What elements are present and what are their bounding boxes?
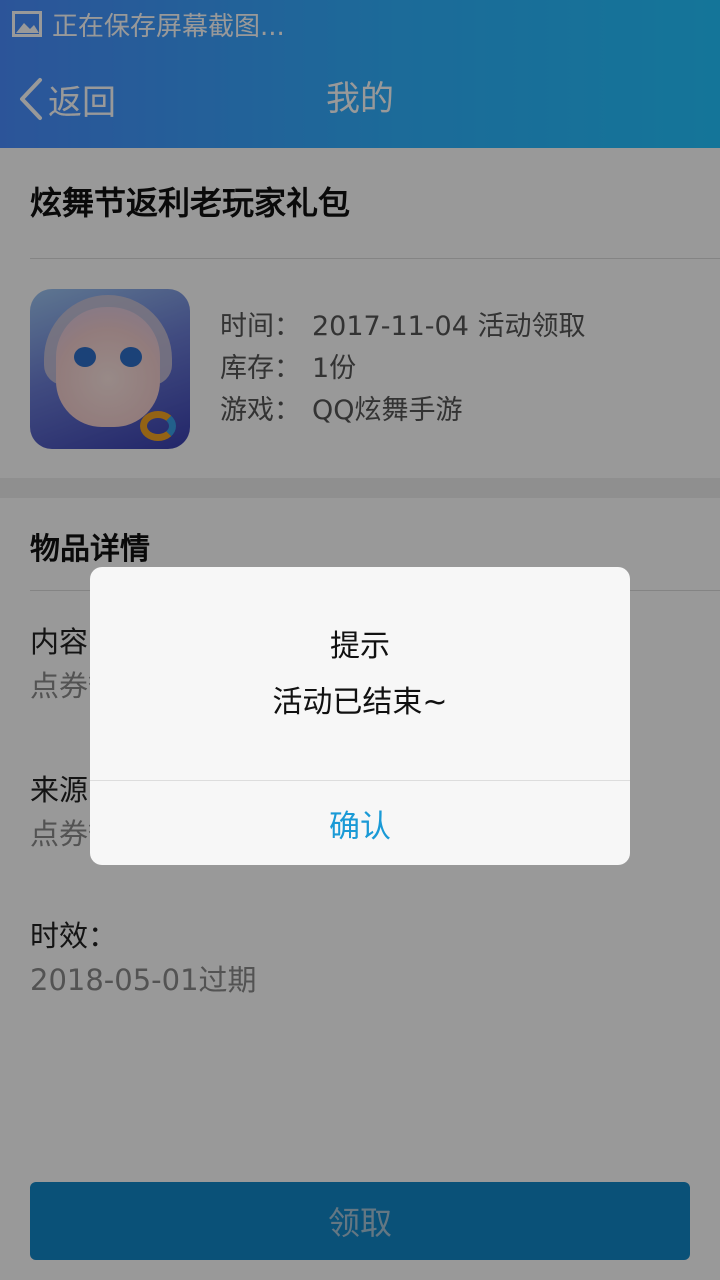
dialog-message: 活动已结束~ xyxy=(272,685,448,720)
confirm-button[interactable]: 确认 xyxy=(90,781,630,865)
dialog-title: 提示 xyxy=(330,629,390,664)
alert-dialog: 提示 活动已结束~ 确认 xyxy=(90,567,630,865)
